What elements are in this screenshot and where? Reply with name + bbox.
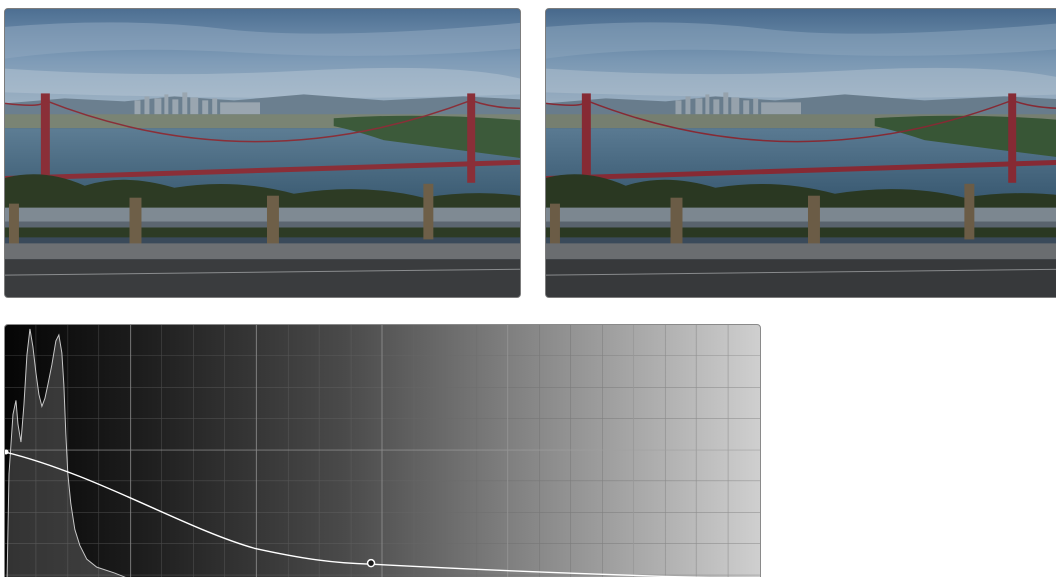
after-viewer[interactable] xyxy=(545,8,1056,298)
adjustment-curve xyxy=(5,451,711,577)
luma-histogram xyxy=(6,328,126,577)
curve-major-grid xyxy=(5,325,760,577)
curve-graph xyxy=(5,325,760,577)
before-viewer[interactable] xyxy=(4,8,521,298)
before-photo xyxy=(5,9,520,297)
curve-editor[interactable] xyxy=(4,324,761,577)
curve-grid xyxy=(5,325,760,577)
curve-control-point xyxy=(366,558,376,568)
color-grading-workspace xyxy=(0,0,1056,577)
after-photo xyxy=(546,9,1056,297)
